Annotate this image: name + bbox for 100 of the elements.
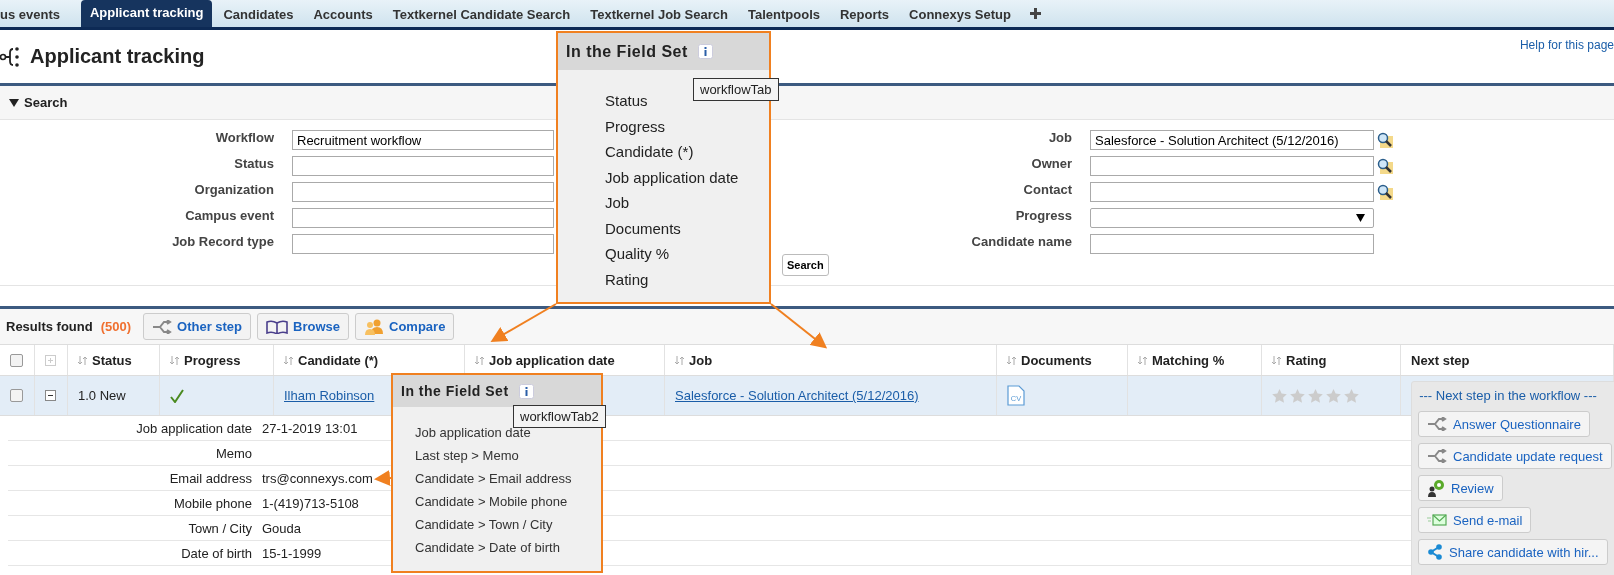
field-label: Contact: [1022, 182, 1073, 197]
input-field[interactable]: [292, 182, 554, 202]
sort-icon[interactable]: [475, 355, 484, 365]
field-name: Documents: [605, 218, 682, 239]
checkbox[interactable]: [10, 353, 23, 367]
detail-value: 15-1-1999: [262, 545, 322, 561]
checkbox[interactable]: [10, 389, 23, 402]
next-step-heading[interactable]: --- Next step in the workflow ---: [1418, 388, 1598, 403]
column-header: Next step: [1411, 352, 1470, 368]
field-label: Workflow: [214, 130, 275, 145]
branch-arrow-icon: [1427, 449, 1447, 463]
people-icon: [364, 318, 384, 335]
input-field[interactable]: Salesforce - Solution Architect (5/12/2016): [1090, 130, 1374, 150]
branch-arrow-icon: [152, 319, 173, 334]
sort-icon[interactable]: [284, 355, 293, 365]
column-header[interactable]: Documents: [1021, 352, 1092, 368]
nav-tab[interactable]: Accounts: [304, 3, 382, 27]
envelope-icon: [1427, 514, 1447, 526]
toolbar-button[interactable]: Compare: [355, 313, 455, 340]
results-count: (500): [100, 319, 132, 334]
add-tab-icon[interactable]: [1029, 8, 1041, 19]
toolbar-button[interactable]: Other step: [143, 313, 252, 340]
star-rating[interactable]: [1272, 388, 1359, 403]
nav-tab[interactable]: Textkernel Candidate Search: [383, 3, 580, 27]
detail-label: Town / City: [187, 520, 252, 536]
dropdown-arrow-icon: [1356, 214, 1365, 222]
field-label: Job: [1047, 130, 1073, 145]
sort-icon[interactable]: [1272, 355, 1281, 365]
search-icon[interactable]: [1377, 132, 1393, 148]
results-label: Results found: [6, 319, 93, 334]
column-header[interactable]: Matching %: [1152, 352, 1225, 368]
input-field[interactable]: [1090, 182, 1374, 202]
input-field[interactable]: [1090, 234, 1374, 254]
help-link[interactable]: Help for this page: [1519, 38, 1614, 52]
detail-label: Job application date: [135, 420, 252, 436]
field-name: Candidate > Date of birth: [415, 539, 561, 557]
toolbar-button[interactable]: Browse: [257, 313, 349, 340]
book-icon: [266, 319, 289, 334]
action-button[interactable]: Share candidate with hir...: [1418, 539, 1608, 565]
column-header[interactable]: Job application date: [489, 352, 615, 368]
nav-tab[interactable]: Connexys Setup: [900, 3, 1020, 27]
star-icon[interactable]: [1272, 388, 1287, 403]
field-name: Quality %: [605, 244, 671, 264]
field-name: Job application date: [605, 167, 740, 188]
detail-value: 1-(419)713-5108: [262, 495, 359, 511]
callout-title: In the Field Set: [566, 42, 688, 61]
field-name: Last step > Memo: [415, 447, 520, 465]
search-icon[interactable]: [1377, 158, 1393, 174]
field-name: Candidate > Mobile phone: [415, 493, 569, 511]
star-icon[interactable]: [1344, 388, 1359, 403]
section-title[interactable]: Search: [24, 95, 68, 110]
detail-value: Gouda: [262, 520, 302, 536]
sort-icon[interactable]: [170, 355, 179, 365]
detail-value: 27-1-2019 13:01: [262, 420, 358, 436]
action-button[interactable]: Answer Questionnaire: [1418, 411, 1590, 437]
nav-tab[interactable]: Candidates: [214, 3, 303, 27]
sort-icon[interactable]: [1138, 355, 1147, 365]
detail-value: trs@connexys.com: [262, 470, 373, 486]
field-name: Candidate (*): [605, 142, 695, 162]
sort-icon[interactable]: [78, 355, 87, 365]
dropdown-field[interactable]: [1090, 208, 1374, 228]
detail-label: Mobile phone: [172, 495, 252, 511]
star-icon[interactable]: [1308, 388, 1323, 403]
job-link[interactable]: Salesforce - Solution Architect (5/12/2016): [675, 388, 919, 403]
search-icon[interactable]: [1377, 184, 1393, 200]
nav-tab[interactable]: Applicant tracking: [81, 0, 213, 27]
field-name: Progress: [605, 116, 667, 137]
search-button[interactable]: Search: [782, 254, 829, 276]
star-icon[interactable]: [1326, 388, 1341, 403]
nav-tab[interactable]: Talentpools: [739, 3, 829, 27]
collapse-icon[interactable]: [45, 390, 56, 401]
collapse-triangle-icon[interactable]: [9, 97, 19, 108]
input-field[interactable]: [292, 208, 554, 228]
sort-icon[interactable]: [1007, 355, 1016, 365]
table-cell: 1.0 New: [78, 388, 126, 403]
action-button[interactable]: Review: [1418, 475, 1503, 501]
nav-tab[interactable]: Textkernel Job Search: [581, 3, 737, 27]
action-button[interactable]: Candidate update request: [1418, 443, 1612, 469]
tooltip: workflowTab: [693, 78, 779, 101]
sort-icon[interactable]: [675, 355, 684, 365]
nav-tab[interactable]: Reports: [830, 3, 899, 27]
input-field[interactable]: [292, 234, 554, 254]
column-header[interactable]: Rating: [1286, 352, 1327, 368]
action-button[interactable]: Send e-mail: [1418, 507, 1532, 533]
column-header[interactable]: Status: [92, 352, 132, 368]
input-field[interactable]: [1090, 156, 1374, 176]
star-icon[interactable]: [1290, 388, 1305, 403]
column-header[interactable]: Progress: [184, 352, 241, 368]
column-header[interactable]: Candidate (*): [298, 352, 379, 368]
candidate-link[interactable]: Ilham Robinson: [284, 388, 375, 403]
input-field[interactable]: Recruitment workflow: [292, 130, 554, 150]
info-icon[interactable]: [697, 44, 713, 59]
field-label: Owner: [1030, 156, 1073, 171]
expand-all-icon[interactable]: [45, 354, 56, 366]
info-icon[interactable]: [518, 383, 534, 399]
tooltip: workflowTab2: [513, 405, 606, 428]
page-title: Applicant tracking: [30, 45, 205, 68]
column-header[interactable]: Job: [689, 352, 713, 368]
input-field[interactable]: [292, 156, 554, 176]
nav-tab[interactable]: us events: [0, 3, 69, 27]
